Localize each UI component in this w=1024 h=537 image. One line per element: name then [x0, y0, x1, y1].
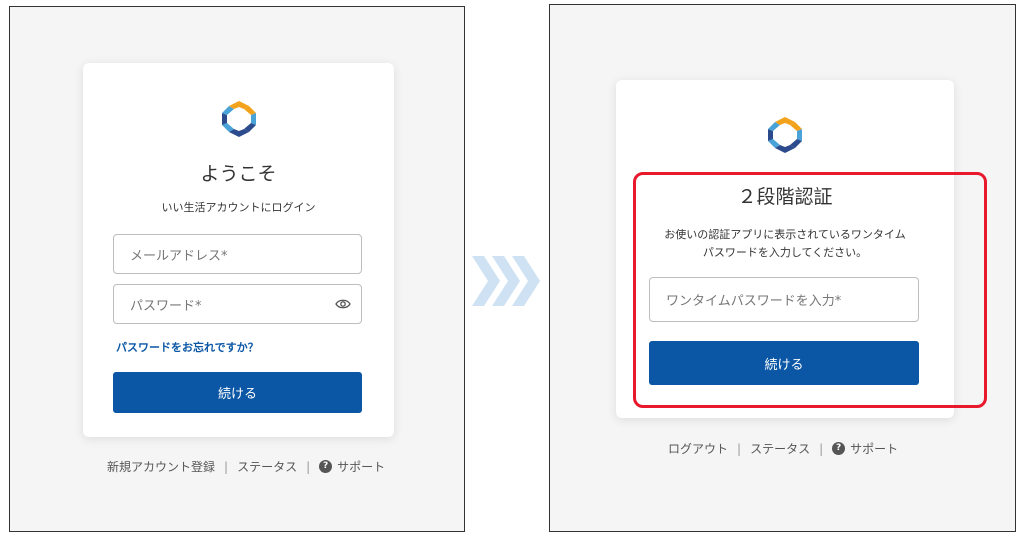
separator: | — [306, 459, 311, 474]
separator: | — [737, 441, 742, 456]
status-link[interactable]: ステータス — [750, 440, 810, 457]
hexagon-logo-icon — [222, 101, 256, 137]
login-card: ようこそ いい生活アカウントにログイン メールアドレス* パスワード* パスワー… — [83, 63, 394, 437]
help-circle-icon: ? — [319, 460, 333, 473]
continue-button[interactable]: 続ける — [113, 372, 362, 413]
help-circle-icon: ? — [832, 442, 846, 455]
hexagon-logo-icon — [768, 117, 802, 153]
email-input[interactable]: メールアドレス* — [113, 234, 362, 274]
eye-icon[interactable] — [335, 298, 351, 310]
login-subtitle: いい生活アカウントにログイン — [161, 201, 316, 214]
separator: | — [224, 459, 229, 474]
footer-links: 新規アカウント登録 | ステータス | ? サポート — [107, 458, 385, 475]
chevron-arrows-icon — [472, 256, 540, 306]
support-link[interactable]: サポート — [850, 440, 898, 457]
register-link[interactable]: 新規アカウント登録 — [107, 458, 215, 475]
login-panel: ようこそ いい生活アカウントにログイン メールアドレス* パスワード* パスワー… — [9, 6, 465, 532]
forgot-password-link[interactable]: パスワードをお忘れですか？ — [116, 339, 259, 355]
support-link[interactable]: サポート — [337, 458, 385, 475]
email-placeholder: メールアドレス* — [130, 248, 228, 264]
password-placeholder: パスワード* — [130, 298, 202, 314]
footer-links: ログアウト | ステータス | ? サポート — [668, 440, 898, 457]
password-input[interactable]: パスワード* — [113, 284, 362, 324]
two-factor-panel: ２段階認証 お使いの認証アプリに表示されているワンタイム パスワードを入力してく… — [549, 4, 1016, 532]
status-link[interactable]: ステータス — [237, 458, 297, 475]
logout-link[interactable]: ログアウト — [668, 440, 728, 457]
highlight-frame — [633, 172, 987, 408]
separator: | — [819, 441, 824, 456]
welcome-title: ようこそ — [200, 163, 277, 185]
